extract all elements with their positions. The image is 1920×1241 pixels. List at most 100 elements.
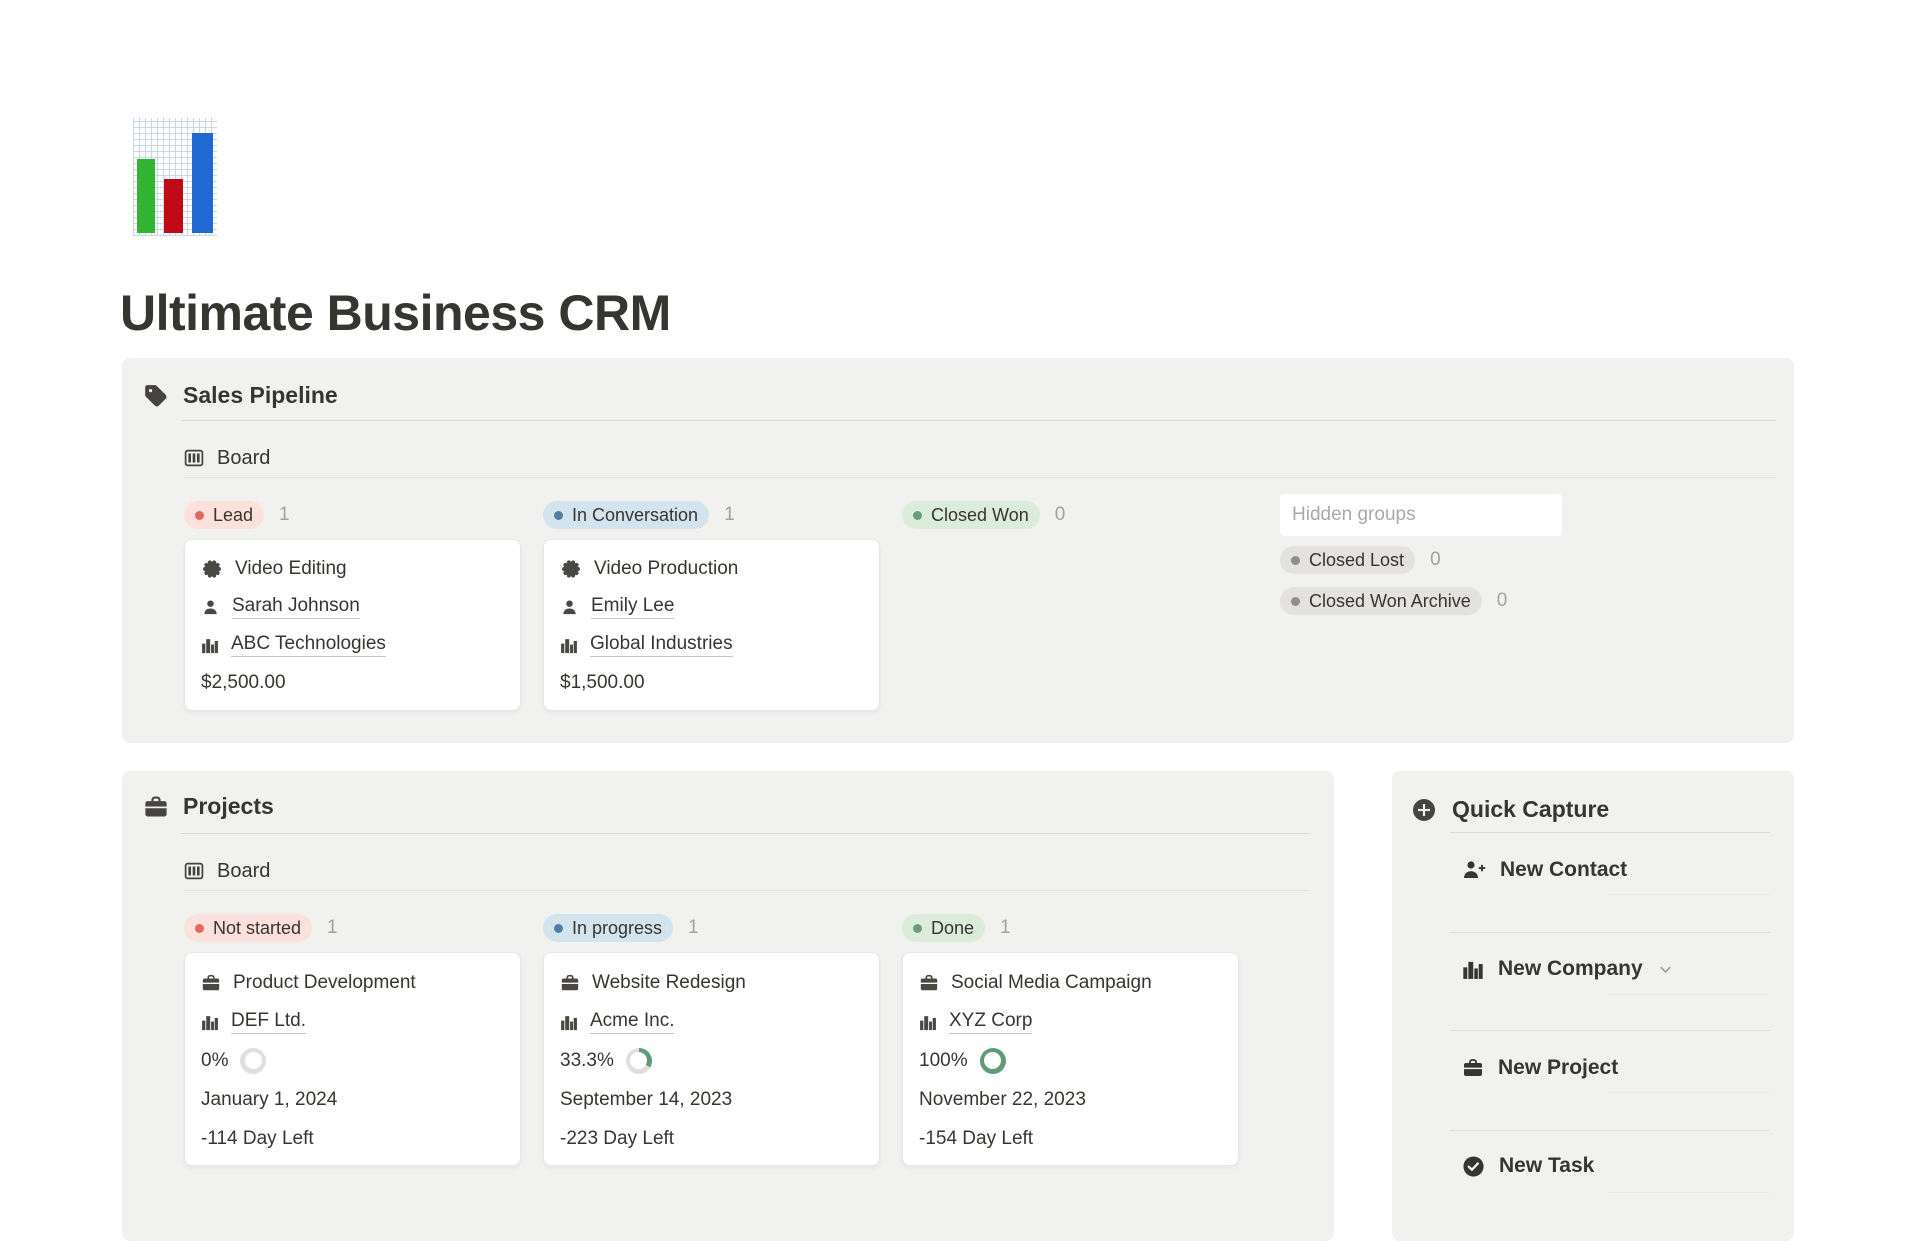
company-link[interactable]: XYZ Corp [949, 1010, 1032, 1034]
divider [1450, 1130, 1770, 1131]
card-title: Website Redesign [592, 972, 746, 994]
new-contact-button[interactable]: New Contact [1462, 848, 1627, 892]
board-column-lead: Lead 1 Video Editing Sarah Johnson [184, 501, 521, 711]
amount-value: $1,500.00 [560, 672, 645, 694]
company-icon [201, 636, 219, 654]
tab-board-sales[interactable]: Board [184, 440, 270, 476]
hidden-groups-header[interactable]: Hidden groups [1280, 494, 1562, 536]
gear-icon [201, 558, 223, 580]
group-header-lead[interactable]: Lead [184, 501, 264, 529]
group-count: 1 [327, 917, 338, 939]
date-value: September 14, 2023 [560, 1089, 732, 1111]
group-count: 1 [688, 917, 699, 939]
amount-value: $2,500.00 [201, 672, 286, 694]
progress-ring [626, 1048, 652, 1074]
bar-chart-red-bar [164, 179, 183, 233]
days-left-value: -154 Day Left [919, 1128, 1033, 1150]
company-link[interactable]: ABC Technologies [231, 633, 386, 657]
group-header-done[interactable]: Done [902, 914, 985, 942]
card-video-production[interactable]: Video Production Emily Lee Global Indust… [543, 539, 880, 711]
company-link[interactable]: Global Industries [590, 633, 733, 657]
group-label: In Conversation [572, 505, 698, 526]
briefcase-icon [560, 973, 580, 993]
briefcase-icon [919, 973, 939, 993]
days-left-value: -223 Day Left [560, 1128, 674, 1150]
briefcase-icon [201, 973, 221, 993]
gear-icon [560, 558, 582, 580]
group-header-closed-won-archive[interactable]: Closed Won Archive [1280, 587, 1482, 615]
status-dot [1291, 556, 1300, 565]
status-dot [554, 924, 563, 933]
quick-capture-item-label: New Company [1498, 957, 1643, 981]
card-title: Product Development [233, 972, 416, 994]
progress-label: 100% [919, 1050, 968, 1072]
divider [184, 890, 1310, 891]
group-header-in-progress[interactable]: In progress [543, 914, 673, 942]
divider [1450, 832, 1770, 833]
board-column-closed-won: Closed Won 0 [902, 501, 1239, 529]
briefcase-icon [143, 794, 169, 820]
group-label: Closed Won Archive [1309, 591, 1471, 612]
quick-capture-item-label: New Contact [1500, 858, 1627, 882]
group-count: 0 [1055, 504, 1066, 526]
plus-circle-icon [1412, 798, 1436, 822]
group-label: Done [931, 918, 974, 939]
quick-capture-panel: Quick Capture New Contact New Company Ne… [1392, 771, 1794, 1241]
card-title: Social Media Campaign [951, 972, 1152, 994]
group-label: Closed Won [931, 505, 1029, 526]
progress-ring [980, 1048, 1006, 1074]
status-dot [913, 511, 922, 520]
board-icon [184, 861, 204, 881]
contact-link[interactable]: Sarah Johnson [232, 595, 360, 619]
company-icon [560, 636, 578, 654]
group-label: In progress [572, 918, 662, 939]
status-dot [913, 924, 922, 933]
board-icon [184, 448, 204, 468]
quick-capture-item-label: New Task [1499, 1154, 1594, 1178]
person-icon [201, 598, 220, 617]
person-icon [560, 598, 579, 617]
chevron-down-icon[interactable] [1657, 961, 1674, 978]
group-header-closed-won[interactable]: Closed Won [902, 501, 1040, 529]
bar-chart-blue-bar [192, 133, 213, 233]
tab-board-projects[interactable]: Board [184, 853, 270, 889]
new-company-button[interactable]: New Company [1462, 947, 1674, 991]
group-header-not-started[interactable]: Not started [184, 914, 312, 942]
section-title-projects: Projects [183, 793, 274, 820]
divider [1607, 994, 1770, 995]
briefcase-icon [1462, 1057, 1484, 1079]
progress-label: 0% [201, 1050, 228, 1072]
divider [181, 420, 1776, 421]
group-label: Not started [213, 918, 301, 939]
status-dot [1291, 597, 1300, 606]
company-icon [560, 1013, 578, 1031]
check-circle-icon [1462, 1155, 1485, 1178]
card-website-redesign[interactable]: Website Redesign Acme Inc. 33.3% Septemb… [543, 952, 880, 1166]
divider [1450, 932, 1770, 933]
board-column-in-conversation: In Conversation 1 Video Production Emily… [543, 501, 880, 711]
board-column-done: Done 1 Social Media Campaign XYZ Corp 10… [902, 914, 1239, 1166]
bar-chart-green-bar [137, 159, 155, 233]
person-plus-icon [1462, 858, 1486, 882]
card-title: Video Production [594, 558, 738, 580]
company-link[interactable]: DEF Ltd. [231, 1010, 306, 1034]
group-label: Lead [213, 505, 253, 526]
quick-capture-item-label: New Project [1498, 1056, 1618, 1080]
card-product-development[interactable]: Product Development DEF Ltd. 0% January … [184, 952, 521, 1166]
card-video-editing[interactable]: Video Editing Sarah Johnson ABC Technolo… [184, 539, 521, 711]
group-count: 1 [1000, 917, 1011, 939]
company-link[interactable]: Acme Inc. [590, 1010, 674, 1034]
company-icon [1462, 958, 1484, 980]
page-title: Ultimate Business CRM [120, 284, 671, 342]
contact-link[interactable]: Emily Lee [591, 595, 674, 619]
divider [1607, 894, 1770, 895]
days-left-value: -114 Day Left [201, 1128, 314, 1150]
group-header-closed-lost[interactable]: Closed Lost [1280, 546, 1415, 574]
new-task-button[interactable]: New Task [1462, 1144, 1594, 1188]
group-header-in-conversation[interactable]: In Conversation [543, 501, 709, 529]
card-title: Video Editing [235, 558, 347, 580]
new-project-button[interactable]: New Project [1462, 1046, 1618, 1090]
page-icon-bar-chart[interactable] [133, 118, 217, 236]
section-title-sales-pipeline: Sales Pipeline [183, 382, 338, 409]
card-social-media-campaign[interactable]: Social Media Campaign XYZ Corp 100% Nove… [902, 952, 1239, 1166]
